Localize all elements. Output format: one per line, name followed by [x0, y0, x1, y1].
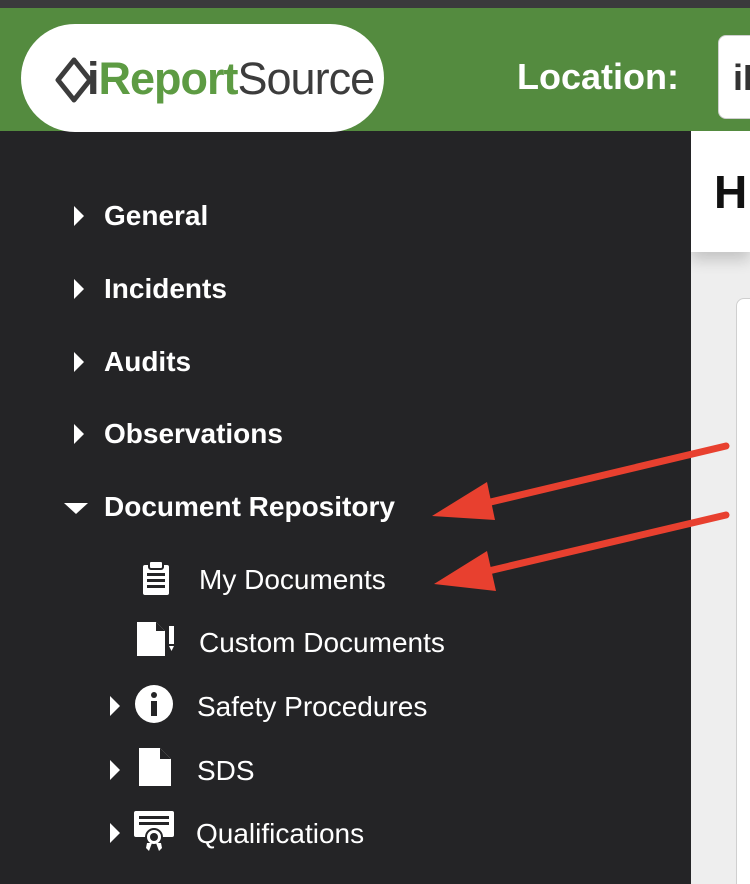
- certificate-icon: [134, 811, 174, 851]
- location-label: Location:: [517, 56, 679, 97]
- clipboard-icon: [143, 560, 169, 595]
- caret-right-icon: [110, 696, 120, 716]
- sidebar-subitem-label: Custom Documents: [199, 627, 445, 658]
- window-top-strip: [0, 0, 750, 8]
- sidebar-item-label: Document Repository: [104, 491, 395, 522]
- logo-wordmark: iReportSource: [87, 53, 376, 104]
- annotation-arrow: [434, 511, 730, 591]
- caret-right-icon: [110, 760, 120, 780]
- logo-prefix: i: [87, 53, 99, 104]
- sidebar-item-label: Observations: [104, 418, 283, 449]
- annotation-arrow: [432, 442, 730, 520]
- sidebar-subitem-label: My Documents: [199, 564, 386, 595]
- sidebar-subitem-label: Safety Procedures: [197, 691, 428, 722]
- app-logo[interactable]: iReportSource: [21, 24, 384, 132]
- info-icon: [135, 685, 173, 723]
- location-select[interactable]: iI: [718, 35, 750, 119]
- caret-right-icon: [110, 823, 120, 843]
- content-panel: [736, 298, 750, 884]
- logo-middle: Report: [98, 53, 239, 104]
- location-value: iI: [733, 57, 750, 98]
- main-content: H: [691, 131, 750, 884]
- sidebar-item-label: Incidents: [104, 273, 227, 304]
- caret-right-icon: [74, 206, 84, 226]
- caret-right-icon: [74, 279, 84, 299]
- caret-right-icon: [74, 424, 84, 444]
- document-edit-icon: [137, 622, 174, 656]
- caret-right-icon: [74, 352, 84, 372]
- sidebar-subitem-label: Qualifications: [196, 818, 365, 849]
- sidebar-subitem-label: SDS: [197, 755, 255, 786]
- caret-down-icon: [64, 503, 88, 514]
- page-header-card: H: [691, 131, 750, 252]
- logo-suffix: Source: [237, 53, 376, 104]
- page-title: H: [714, 166, 748, 218]
- app-header: iReportSource Location: iI: [0, 8, 750, 132]
- sidebar-item-label: Audits: [104, 346, 192, 377]
- sidebar-item-label: General: [104, 200, 209, 231]
- file-icon: [139, 748, 171, 786]
